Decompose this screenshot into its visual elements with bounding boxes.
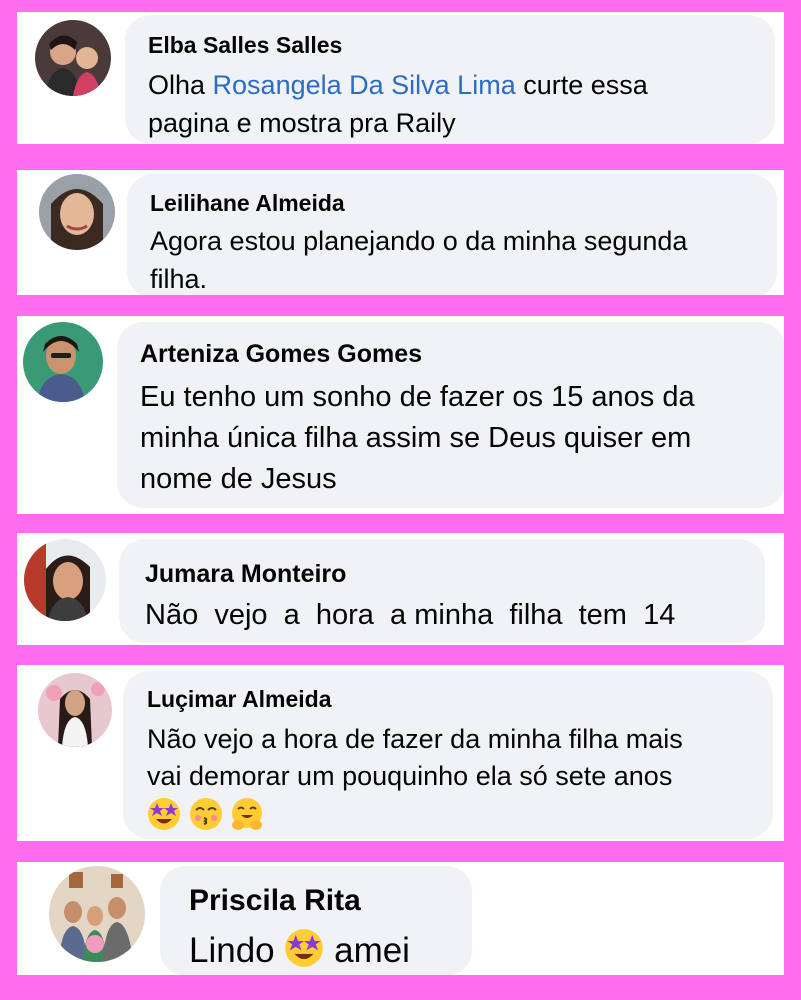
mention-link[interactable]: Rosangela Da Silva Lima: [213, 70, 516, 100]
comment-card-4: Jumara Monteiro Não vejo a hora a minha …: [17, 533, 784, 645]
comment-text: Olha Rosangela Da Silva Lima curte essa …: [148, 66, 648, 142]
comment-author[interactable]: Leilihane Almeida: [150, 190, 345, 217]
comment-text-line: filha.: [150, 264, 208, 294]
comment-text-suffix: amei: [324, 931, 410, 970]
comment-text-prefix: Lindo: [189, 931, 285, 970]
comment-card-6: Priscila Rita Lindo amei: [17, 862, 784, 975]
comment-author[interactable]: Arteniza Gomes Gomes: [140, 340, 422, 369]
comment-text: Não vejo a hora a minha filha tem 14: [145, 595, 675, 635]
avatar[interactable]: [24, 539, 106, 621]
star-struck-emoji: [284, 928, 324, 968]
comment-text-suffix: curte essa: [515, 70, 648, 100]
comment-text-line: vai demorar um pouquinho ela só sete ano…: [147, 761, 673, 791]
comment-author[interactable]: Luçimar Almeida: [147, 686, 331, 713]
hugging-emoji: [230, 797, 264, 831]
avatar[interactable]: [49, 866, 145, 962]
comment-text-line: Agora estou planejando o da minha segund…: [150, 226, 688, 256]
comment-text: Lindo amei: [189, 928, 410, 972]
comment-card-1: Elba Salles Salles Olha Rosangela Da Sil…: [17, 12, 784, 144]
comment-text-prefix: Olha: [148, 70, 213, 100]
comment-card-3: Arteniza Gomes Gomes Eu tenho um sonho d…: [17, 316, 784, 514]
avatar[interactable]: [39, 174, 115, 250]
comment-author[interactable]: Jumara Monteiro: [145, 560, 346, 589]
comment-text-line: minha única filha assim se Deus quiser e…: [140, 422, 692, 454]
comment-author[interactable]: Priscila Rita: [189, 884, 361, 918]
comment-card-2: Leilihane Almeida Agora estou planejando…: [17, 170, 784, 295]
comment-text: Não vejo a hora de fazer da minha filha …: [147, 721, 683, 835]
comment-text-line: nome de Jesus: [140, 463, 337, 495]
comment-text: Agora estou planejando o da minha segund…: [150, 222, 687, 295]
comment-text-line: Não vejo a hora a minha filha tem 14: [145, 599, 676, 631]
comment-text: Eu tenho um sonho de fazer os 15 anos da…: [140, 377, 695, 500]
comment-text-line: pagina e mostra pra Raily: [148, 108, 456, 138]
comment-author[interactable]: Elba Salles Salles: [148, 32, 342, 59]
avatar[interactable]: [35, 20, 111, 96]
star-struck-emoji: [147, 797, 181, 831]
kissing-emoji: [189, 797, 223, 831]
comment-text-line: Não vejo a hora de fazer da minha filha …: [147, 724, 683, 754]
comment-emoji-row: [147, 797, 683, 835]
avatar[interactable]: [38, 673, 112, 747]
comment-card-5: Luçimar Almeida Não vejo a hora de fazer…: [17, 665, 784, 841]
avatar[interactable]: [23, 322, 103, 402]
comment-text-line: Eu tenho um sonho de fazer os 15 anos da: [140, 381, 695, 413]
